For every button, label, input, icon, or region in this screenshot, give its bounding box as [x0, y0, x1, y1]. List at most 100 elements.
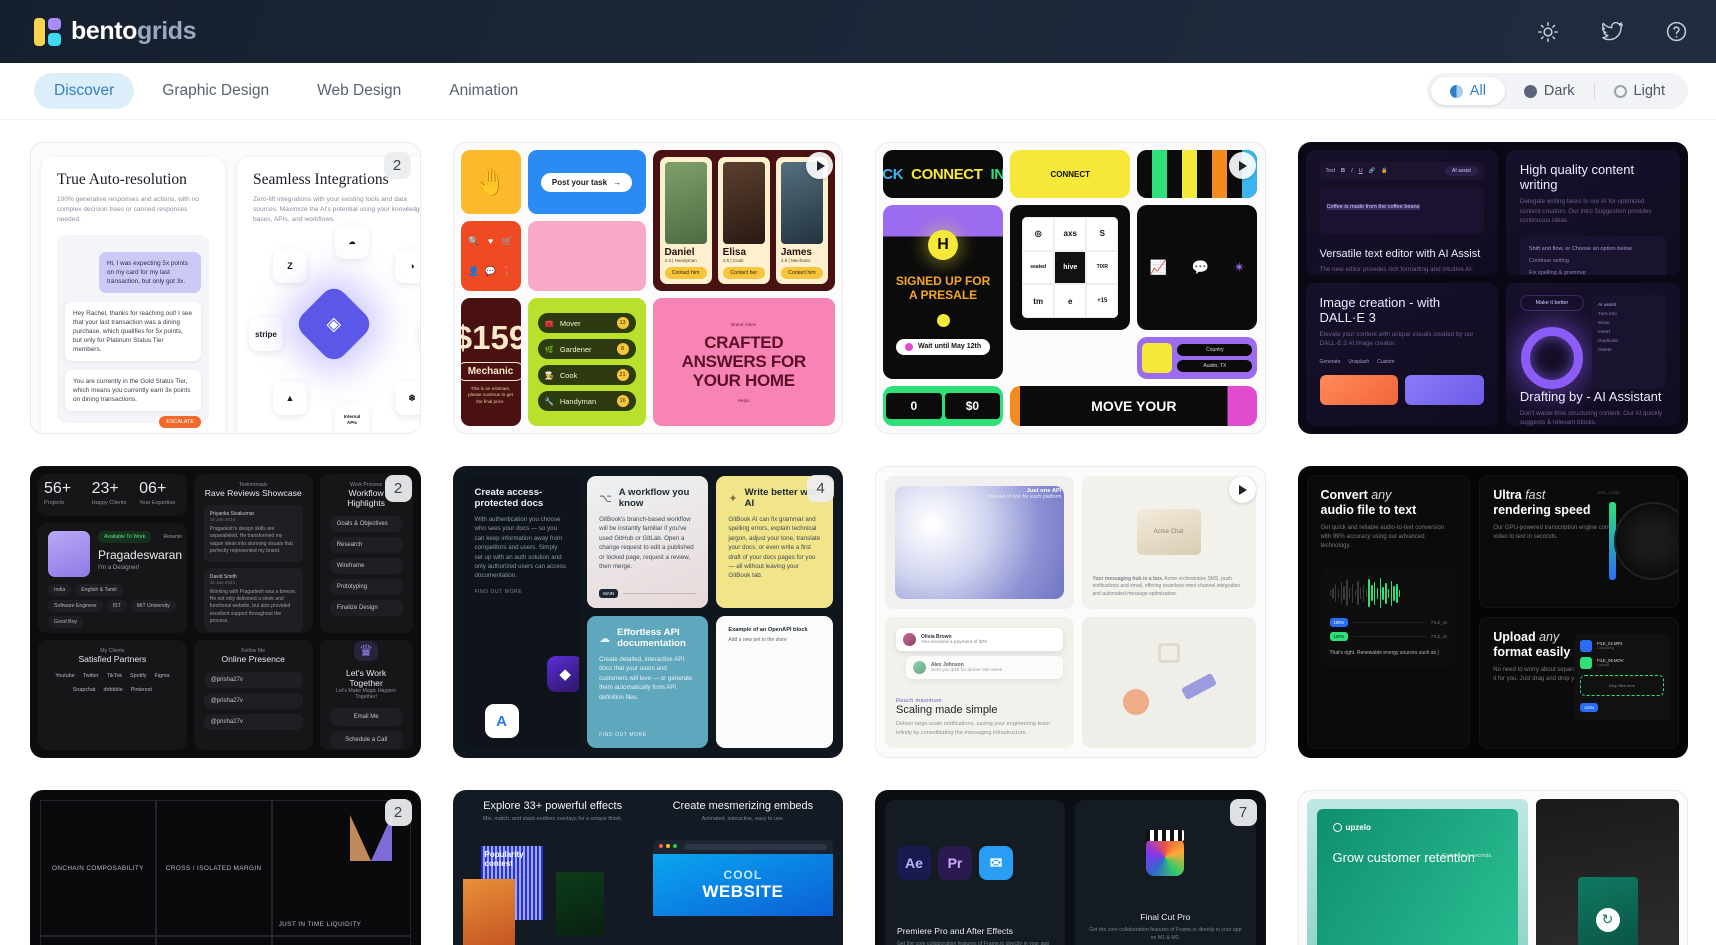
ai-assist-chip[interactable]: AI assist — [1445, 166, 1478, 176]
panel-desc: Create detailed, interactive API docs th… — [599, 656, 693, 701]
context-menu-item[interactable]: Turn into — [1598, 310, 1660, 319]
provider-card[interactable]: Elisa 4.5 | Cook Contact her — [717, 157, 770, 284]
review-date: 16 Jan 2024 — [209, 579, 236, 585]
content-writing-panel: High quality content writing Delegate wr… — [1505, 150, 1680, 275]
theme-filter-group: All Dark Light — [1426, 73, 1688, 109]
find-out-more-link[interactable]: FIND OUT MORE — [475, 589, 568, 595]
card-gitbook-docs[interactable]: 4 Create access-protected docs With auth… — [452, 466, 843, 758]
box-label: Acme Chat — [1136, 508, 1201, 555]
play-icon[interactable] — [806, 152, 833, 179]
filter-all[interactable]: All — [1430, 77, 1505, 105]
card-effects-embeds[interactable]: Explore 33+ powerful effects Mix, match,… — [452, 790, 843, 945]
toolbar-bold[interactable]: B — [1341, 168, 1345, 174]
notion-icon: ◑ — [395, 249, 420, 283]
card-ai-writing[interactable]: Text B I U 🔗 🔒 AI assist Coffee is made … — [1297, 142, 1689, 434]
panel-desc: Animated, interactive, easy to use. — [701, 816, 785, 822]
post-task-button[interactable]: Post your task → — [540, 172, 633, 192]
notification-text: You received a payment of $70 — [921, 640, 987, 646]
gitbook-logo-icon: ◆ — [547, 656, 580, 692]
resume-button[interactable]: Resume — [163, 534, 182, 540]
menu-item[interactable]: Continue writing — [1529, 255, 1657, 267]
card-onchain-defi[interactable]: 2 ONCHAIN COMPOSABILITY CROSS / ISOLATED… — [30, 790, 421, 945]
app-cell: tm — [1022, 284, 1055, 318]
notification-item: Alex Johnson Sent you $38 for dinner las… — [906, 656, 1063, 680]
menu-item[interactable]: Shift and flow, or Choose an option belo… — [1529, 243, 1657, 255]
bottom-headline: MOVE YOUR — [1010, 386, 1258, 426]
sparkle-icon: ✴ — [1233, 259, 1246, 275]
card-auto-resolution[interactable]: 2 True Auto-resolution 100% generative r… — [30, 142, 421, 434]
play-icon[interactable] — [1228, 476, 1256, 503]
marquee-word: CONNECT — [911, 165, 983, 183]
card-messaging-api[interactable]: Just one API instead of one for each pla… — [875, 466, 1266, 758]
schedule-call-button[interactable]: Schedule a Call — [329, 731, 403, 749]
context-menu-item[interactable]: Delete — [1598, 346, 1660, 355]
filter-light-label: Light — [1633, 83, 1665, 99]
provider-card[interactable]: Daniel 4.3 | Handyman Contact him — [659, 157, 712, 284]
help-icon[interactable] — [1664, 20, 1688, 44]
profile-chip: MIT University — [130, 600, 176, 612]
user-icon: 👤 — [468, 265, 480, 276]
make-it-better-button[interactable]: Make it better — [1519, 294, 1584, 311]
social-handle[interactable]: @prisha27v — [203, 672, 303, 688]
tab-generate[interactable]: Generate — [1320, 359, 1341, 365]
card-helpo-services[interactable]: 🤚 Post your task → Daniel 4.3 | Handyman… — [452, 142, 843, 434]
provider-contact-button[interactable]: Contact her — [722, 267, 765, 279]
stripe-icon: stripe — [249, 317, 283, 351]
post-task-block: Post your task → — [527, 150, 646, 214]
provider-name: Elisa — [722, 247, 747, 258]
lock-icon[interactable]: 🔒 — [1381, 168, 1387, 174]
slack-icon: ✳ — [419, 317, 420, 351]
panel-title: Create access-protected docs — [474, 487, 544, 509]
toolbar-underline[interactable]: U — [1359, 168, 1363, 174]
social-handle[interactable]: @prisha27v — [203, 714, 303, 730]
panel-desc: Get the core collaboration features of F… — [897, 941, 1050, 945]
card-audio-to-text[interactable]: Convert any audio file to text Get quick… — [1297, 466, 1688, 758]
profile-role: I'm a Designer! — [98, 564, 140, 571]
provider-contact-button[interactable]: Contact him — [780, 267, 824, 279]
app-cell: S — [1086, 217, 1119, 251]
panel-desc: Don't waste time structuring content. Ou… — [1519, 409, 1663, 426]
profile-tag: Austin, TX — [1177, 360, 1253, 372]
app-cell: seated — [1022, 250, 1055, 285]
card-video-editing[interactable]: 7 Ae Pr ✉ Premiere Pro and After Effects… — [875, 790, 1266, 945]
filter-dark[interactable]: Dark — [1505, 77, 1594, 105]
link-icon[interactable]: 🔗 — [1369, 168, 1375, 174]
tab-discover[interactable]: Discover — [34, 73, 135, 109]
card-preview: Text B I U 🔗 🔒 AI assist Coffee is made … — [1298, 142, 1689, 434]
profile-chip: Software Engineer — [48, 600, 103, 612]
tab-unsplash[interactable]: Unsplash — [1348, 359, 1369, 365]
job-list-block: 🧰 Mover 13 🌿 Gardener 8 👨‍🍳 Cook 21 🔧 Handyman 1… — [527, 298, 646, 426]
email-me-button[interactable]: Email Me — [329, 708, 403, 726]
provider-contact-button[interactable]: Contact him — [664, 267, 707, 279]
social-handle[interactable]: @prisha27v — [203, 693, 303, 709]
tab-web-design[interactable]: Web Design — [297, 73, 421, 109]
twitter-icon[interactable] — [1600, 20, 1624, 44]
drop-zone[interactable]: Drop files here — [1580, 674, 1664, 696]
panel-desc: Get the core collaboration features of F… — [1089, 927, 1242, 941]
filter-light[interactable]: Light — [1595, 77, 1684, 105]
context-menu-item[interactable]: AI assist — [1598, 301, 1660, 310]
waveform — [1329, 576, 1448, 610]
card-upzelo-retention[interactable]: upzelo Grow customer retention Customize… — [1297, 790, 1688, 945]
toolbar-italic[interactable]: I — [1351, 168, 1353, 174]
notification-item: Olivia Brown You received a payment of $… — [896, 628, 1063, 652]
context-menu-item[interactable]: Insert — [1598, 328, 1660, 337]
context-menu-item[interactable]: Duplicate — [1598, 337, 1660, 346]
find-out-more-link[interactable]: FIND OUT MORE — [599, 732, 647, 738]
context-menu-item[interactable]: Move — [1598, 319, 1660, 328]
branch-label: MAIN — [599, 589, 619, 598]
menu-item[interactable]: Fix spelling & grammar — [1529, 267, 1657, 275]
card-designer-portfolio[interactable]: 2 56+ Projects 23+ Happy Clients 06+ Yea… — [30, 466, 421, 758]
brand-logo[interactable]: bentogrids — [34, 17, 197, 46]
toolbar-item[interactable]: Text — [1326, 168, 1336, 174]
feature-cell — [40, 936, 156, 945]
play-icon[interactable] — [1228, 152, 1256, 179]
brand-video-block: Brand Video CRAFTED ANSWERS FOR YOUR HOM… — [652, 298, 835, 426]
tab-animation[interactable]: Animation — [429, 73, 538, 109]
tab-custom[interactable]: Custom — [1377, 359, 1394, 365]
section-title: Satisfied Partners — [78, 654, 147, 664]
tab-graphic-design[interactable]: Graphic Design — [142, 73, 289, 109]
sun-icon[interactable] — [1536, 20, 1560, 44]
card-ticketing-connect[interactable]: ACK CONNECT INS CONNECT H — [875, 142, 1266, 434]
panel-desc: Delegate writing tasks to our AI for opt… — [1519, 198, 1652, 224]
